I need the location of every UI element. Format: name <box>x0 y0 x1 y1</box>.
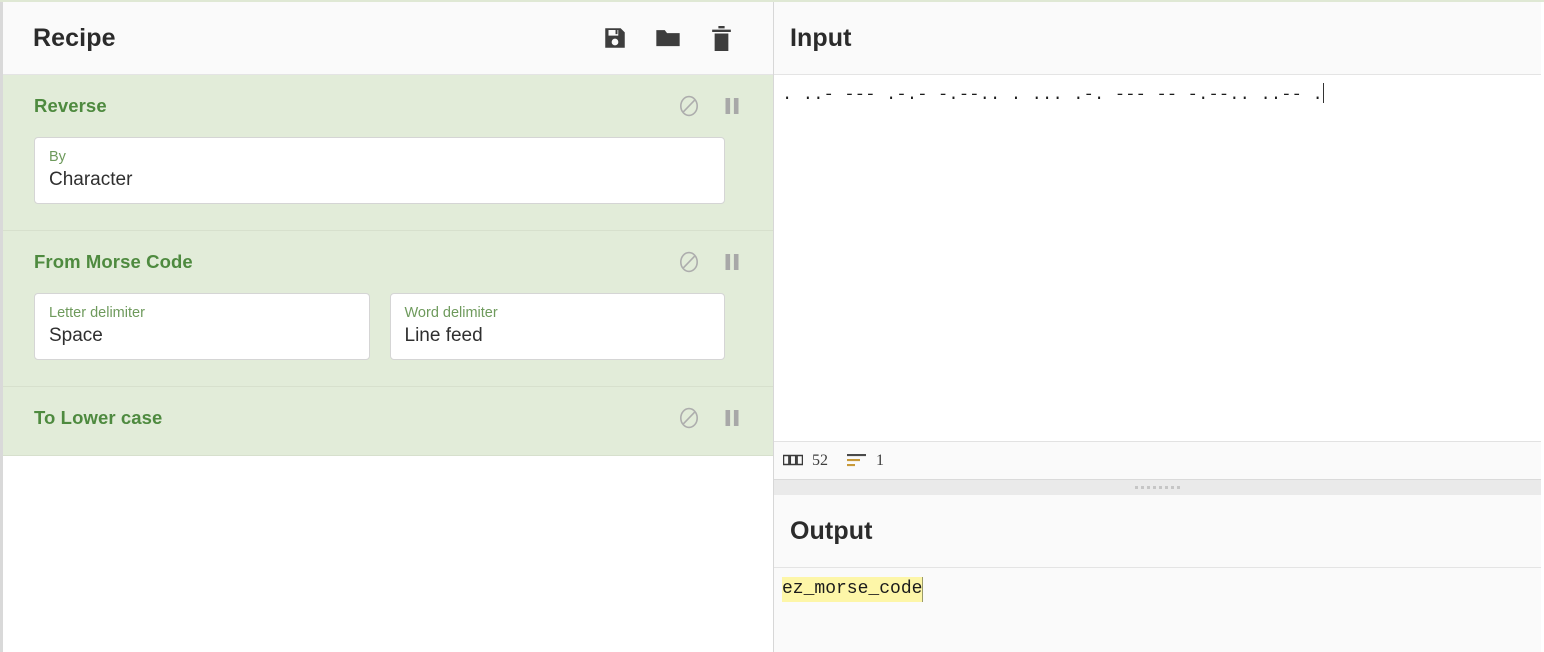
line-count-icon <box>847 453 867 468</box>
breakpoint-pause-icon[interactable] <box>721 251 743 273</box>
recipe-operation[interactable]: Reverse By Character <box>3 75 773 231</box>
argument-word-delimiter[interactable]: Word delimiter Line feed <box>389 292 725 360</box>
grip-dots-icon <box>1135 486 1180 489</box>
input-section: Input . ..- --- .-.- -.--.. . ... .-. --… <box>774 2 1541 480</box>
cyberchef-app: Recipe Reverse By Character From Morse C… <box>0 0 1544 652</box>
output-title: Output <box>790 516 873 545</box>
disable-circle-slash-icon[interactable] <box>678 407 700 429</box>
recipe-operation[interactable]: To Lower case <box>3 386 773 456</box>
input-editor[interactable]: . ..- --- .-.- -.--.. . ... .-. --- -- -… <box>774 75 1541 441</box>
breakpoint-pause-icon[interactable] <box>721 95 743 117</box>
disable-circle-slash-icon[interactable] <box>678 251 700 273</box>
argument-label: Letter delimiter <box>49 304 145 321</box>
character-count-group: 52 <box>783 452 840 470</box>
output-editor[interactable]: ez_morse_code <box>774 568 1541 652</box>
operation-arguments: Letter delimiter Space Word delimiter Li… <box>3 292 749 386</box>
operation-arguments: By Character <box>3 137 749 230</box>
input-title-bar: Input <box>774 2 1541 75</box>
load-recipe-button[interactable] <box>654 24 682 52</box>
argument-value: Character <box>49 169 133 191</box>
breakpoint-pause-icon[interactable] <box>721 407 743 429</box>
clear-recipe-button[interactable] <box>707 24 735 52</box>
operation-header: Reverse <box>3 75 749 137</box>
operation-header: From Morse Code <box>3 231 749 293</box>
trash-icon <box>711 25 731 51</box>
line-count-value: 1 <box>876 451 884 469</box>
folder-icon <box>656 30 680 47</box>
output-section: Output ez_morse_code <box>774 495 1541 652</box>
input-status-bar: 52 1 <box>774 441 1541 479</box>
operation-controls <box>678 251 743 273</box>
argument-by[interactable]: By Character <box>34 137 725 204</box>
argument-value: Line feed <box>404 325 483 346</box>
operation-title: Reverse <box>34 95 107 116</box>
operation-title: To Lower case <box>34 406 163 428</box>
recipe-title: Recipe <box>33 23 116 52</box>
argument-letter-delimiter[interactable]: Letter delimiter Space <box>34 292 370 360</box>
recipe-title-bar: Recipe <box>3 2 773 75</box>
text-caret <box>1322 83 1324 103</box>
recipe-pane: Recipe Reverse By Character From Morse C… <box>0 2 774 652</box>
abc-character-count-icon <box>783 454 803 467</box>
output-text: ez_morse_code <box>782 577 924 602</box>
argument-value: Space <box>49 325 103 346</box>
line-count-group: 1 <box>847 452 896 470</box>
recipe-operation[interactable]: From Morse Code Letter delimiter Space W… <box>3 230 773 387</box>
operation-controls <box>678 407 743 429</box>
save-recipe-button[interactable] <box>601 24 629 52</box>
character-count-value: 52 <box>812 451 828 469</box>
recipe-toolbar <box>601 24 735 52</box>
argument-label: Word delimiter <box>404 304 498 321</box>
io-pane: Input . ..- --- .-.- -.--.. . ... .-. --… <box>774 2 1541 652</box>
io-splitter-handle[interactable] <box>774 480 1541 495</box>
floppy-disk-icon <box>605 28 625 48</box>
disable-circle-slash-icon[interactable] <box>678 95 700 117</box>
operation-header: To Lower case <box>3 387 749 449</box>
input-text: . ..- --- .-.- -.--.. . ... .-. --- -- -… <box>782 86 1323 105</box>
recipe-operation-list[interactable]: Reverse By Character From Morse Code Let… <box>3 75 773 652</box>
operation-title: From Morse Code <box>34 250 193 272</box>
operation-controls <box>678 95 743 117</box>
output-title-bar: Output <box>774 495 1541 568</box>
argument-label: By <box>49 149 66 165</box>
input-title: Input <box>790 23 852 52</box>
